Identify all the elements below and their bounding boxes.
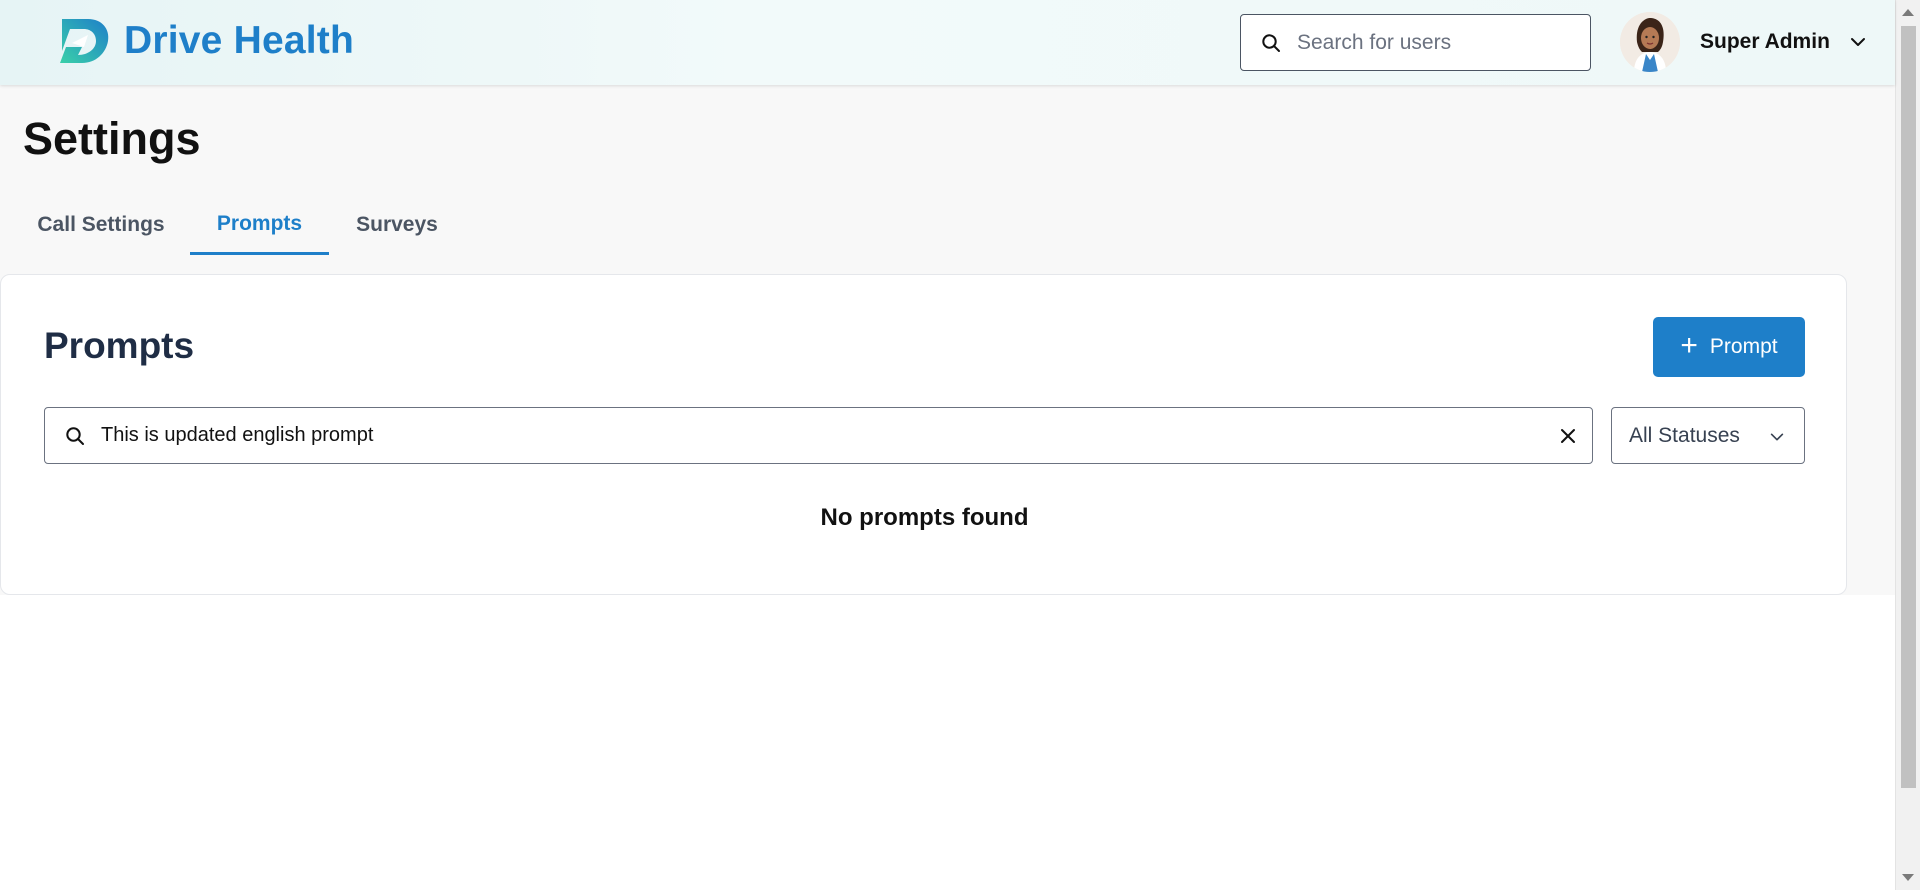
user-avatar-icon	[1620, 12, 1680, 72]
section-title: Prompts	[44, 325, 195, 366]
tab-surveys[interactable]: Surveys	[344, 195, 450, 255]
prompt-search-input[interactable]	[101, 424, 1501, 447]
tab-prompts[interactable]: Prompts	[190, 195, 329, 255]
scroll-down-arrow-icon[interactable]	[1902, 874, 1914, 881]
status-filter-value: All Statuses	[1629, 423, 1740, 447]
prompts-card: Prompts + Prompt All Statuses No prompts…	[0, 274, 1847, 595]
brand-logo[interactable]: Drive Health	[58, 17, 354, 65]
status-filter-select[interactable]: All Statuses	[1611, 407, 1805, 464]
prompt-search-box[interactable]	[44, 407, 1593, 464]
brand-name: Drive Health	[124, 19, 354, 62]
top-header: Drive Health Super Admin	[0, 0, 1895, 85]
search-icon	[1262, 33, 1280, 52]
chevron-down-icon	[1770, 433, 1784, 441]
scroll-up-arrow-icon[interactable]	[1902, 9, 1914, 16]
plus-icon: +	[1680, 328, 1698, 362]
page-title: Settings	[23, 113, 201, 164]
tab-call-settings[interactable]: Call Settings	[24, 195, 178, 255]
search-icon	[66, 426, 84, 445]
add-prompt-button[interactable]: + Prompt	[1653, 317, 1805, 377]
user-search-box[interactable]	[1240, 14, 1591, 71]
empty-state-message: No prompts found	[820, 504, 1029, 531]
user-search-input[interactable]	[1297, 30, 1567, 55]
vertical-scrollbar[interactable]	[1895, 0, 1920, 890]
user-name[interactable]: Super Admin	[1700, 30, 1830, 54]
avatar[interactable]	[1620, 12, 1680, 72]
add-prompt-label: Prompt	[1709, 335, 1778, 358]
close-icon[interactable]	[1558, 426, 1578, 446]
chevron-down-icon[interactable]	[1848, 32, 1868, 52]
scrollbar-thumb[interactable]	[1901, 26, 1916, 788]
drive-health-logo-icon	[60, 19, 109, 63]
